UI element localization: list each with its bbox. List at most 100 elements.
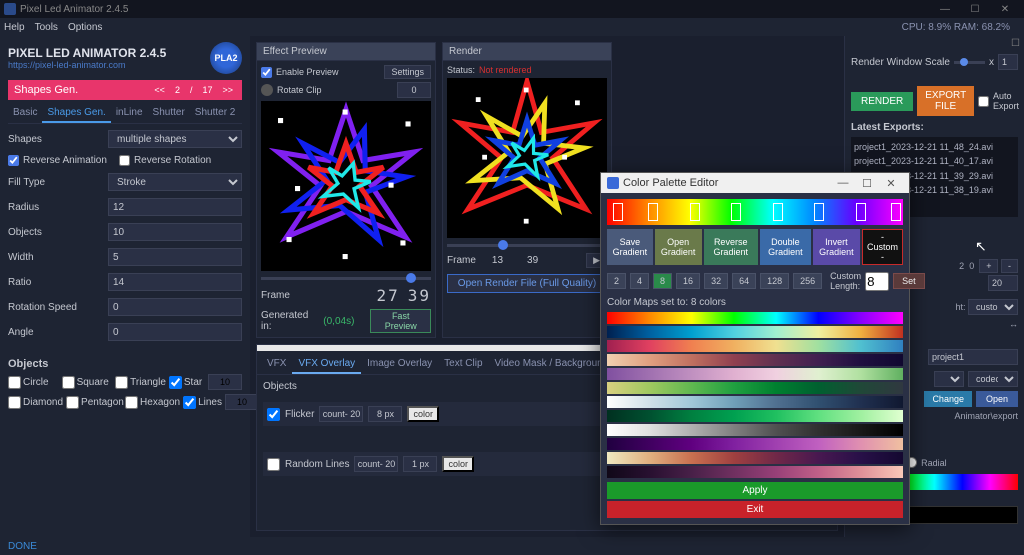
open-render-file-button[interactable]: Open Render File (Full Quality) [447,274,607,293]
tab-shutter[interactable]: Shutter [148,104,190,123]
obj-square[interactable]: Square [62,376,113,389]
custom-gradient-button[interactable]: - Custom - [862,229,903,265]
set-button[interactable]: Set [893,273,925,289]
gradient-bar[interactable] [607,199,903,225]
maximize-button[interactable]: ☐ [960,4,990,15]
rotate-deg-input[interactable] [397,82,431,98]
nav-first[interactable]: << [151,85,168,95]
scale-label: Render Window Scale [851,57,950,68]
enable-preview-check[interactable]: Enable Preview [261,67,339,78]
radius-input[interactable] [108,198,242,216]
preview-slider[interactable] [261,277,431,280]
frag-20[interactable] [988,275,1018,291]
tab-video-mask[interactable]: Video Mask / Background [489,355,615,374]
obj-diamond[interactable]: Diamond [8,396,63,409]
obj-star[interactable]: Star [169,376,205,389]
system-stats: CPU: 8.9% RAM: 68.2% [902,22,1010,33]
palette-max-icon[interactable]: ☐ [855,177,879,190]
vfx-flicker-color[interactable]: color [407,406,439,422]
fast-preview-button[interactable]: Fast Preview [370,309,431,333]
vfx-flicker-check[interactable] [267,408,280,421]
obj-circle[interactable]: Circle [8,376,59,389]
color-maps[interactable] [607,312,903,478]
obj-hexagon[interactable]: Hexagon [125,396,180,409]
preview-settings-button[interactable]: Settings [384,65,431,79]
frag-plus[interactable]: + [979,259,998,273]
arrows-icon[interactable]: ↔ [1009,319,1018,329]
len-32[interactable]: 32 [704,273,728,289]
invert-gradient-button[interactable]: Invert Gradient [813,229,860,265]
export-button[interactable]: EXPORT FILE [917,86,974,116]
render-button[interactable]: RENDER [851,92,913,111]
tab-text-clip[interactable]: Text Clip [438,355,488,374]
reverse-animation-check[interactable]: Reverse Animation [8,155,107,166]
shapes-select[interactable]: multiple shapes [108,130,242,148]
palette-exit-button[interactable]: Exit [607,501,903,518]
tab-basic[interactable]: Basic [8,104,42,123]
open-gradient-button[interactable]: Open Gradient [655,229,702,265]
tab-shutter2[interactable]: Shutter 2 [190,104,241,123]
len-2[interactable]: 2 [607,273,626,289]
tab-inline[interactable]: inLine [111,104,148,123]
len-64[interactable]: 64 [732,273,756,289]
nav-last[interactable]: >> [219,85,236,95]
section-header: Shapes Gen. << 2 / 17 >> [8,80,242,100]
len-8[interactable]: 8 [653,273,672,289]
tab-vfx-overlay[interactable]: VFX Overlay [292,355,361,374]
objects-count-input[interactable] [108,223,242,241]
radial-radio[interactable]: Radial [906,457,947,468]
tab-stacking[interactable]: Stacking [240,104,242,123]
scale-slider[interactable] [954,61,985,64]
tab-image-overlay[interactable]: Image Overlay [361,355,438,374]
frag-minus[interactable]: - [1001,259,1018,273]
save-gradient-button[interactable]: Save Gradient [607,229,653,265]
reverse-rotation-check[interactable]: Reverse Rotation [119,155,211,166]
right-close-icon[interactable]: ☐ [1011,38,1020,49]
len-4[interactable]: 4 [630,273,649,289]
auto-export-check[interactable]: Auto Export [978,91,1019,111]
width-input[interactable] [108,248,242,266]
render-slider[interactable] [447,244,607,247]
vfx-flicker-px[interactable] [368,406,402,422]
scale-value[interactable] [998,54,1018,70]
angle-input[interactable] [108,323,242,341]
close-button[interactable]: ✕ [990,4,1020,15]
app-url[interactable]: https://pixel-led-animator.com [8,60,210,70]
open-button[interactable]: Open [976,391,1018,407]
frag-custom-select[interactable]: custom [968,299,1018,315]
len-16[interactable]: 16 [676,273,700,289]
rotspeed-input[interactable] [108,298,242,316]
custom-len-input[interactable] [865,272,889,291]
export-item[interactable]: project1_2023-12-21 11_48_24.avi [854,140,1015,154]
obj-lines[interactable]: Lines [183,396,222,409]
obj-triangle[interactable]: Triangle [115,376,166,389]
reverse-gradient-button[interactable]: Reverse Gradient [704,229,758,265]
menu-help[interactable]: Help [4,22,25,33]
double-gradient-button[interactable]: Double Gradient [760,229,811,265]
color-palette-editor: Color Palette Editor — ☐ ✕ Save Gradient… [600,172,910,525]
vfx-random-lines-count[interactable] [354,456,398,472]
palette-min-icon[interactable]: — [831,177,855,189]
obj-star-value[interactable] [208,374,242,390]
export-item[interactable]: project1_2023-12-21 11_40_17.avi [854,154,1015,168]
vfx-flicker-count[interactable] [319,406,363,422]
tab-shapes-gen[interactable]: Shapes Gen. [42,104,110,123]
len-128[interactable]: 128 [760,273,789,289]
menu-tools[interactable]: Tools [35,22,58,33]
obj-pentagon[interactable]: Pentagon [66,396,122,409]
change-button[interactable]: Change [924,391,972,407]
ratio-input[interactable] [108,273,242,291]
codec-select[interactable]: codec [968,371,1018,387]
minimize-button[interactable]: — [930,4,960,15]
fill-type-select[interactable]: Stroke [108,173,242,191]
tab-vfx[interactable]: VFX [261,355,292,374]
project-name-input[interactable] [928,349,1018,365]
codec-select-a[interactable] [934,371,964,387]
len-256[interactable]: 256 [793,273,822,289]
vfx-random-lines-color[interactable]: color [442,456,474,472]
palette-close-icon[interactable]: ✕ [879,177,903,190]
menu-options[interactable]: Options [68,22,102,33]
vfx-random-lines-px[interactable] [403,456,437,472]
vfx-random-lines-check[interactable] [267,458,280,471]
palette-apply-button[interactable]: Apply [607,482,903,499]
